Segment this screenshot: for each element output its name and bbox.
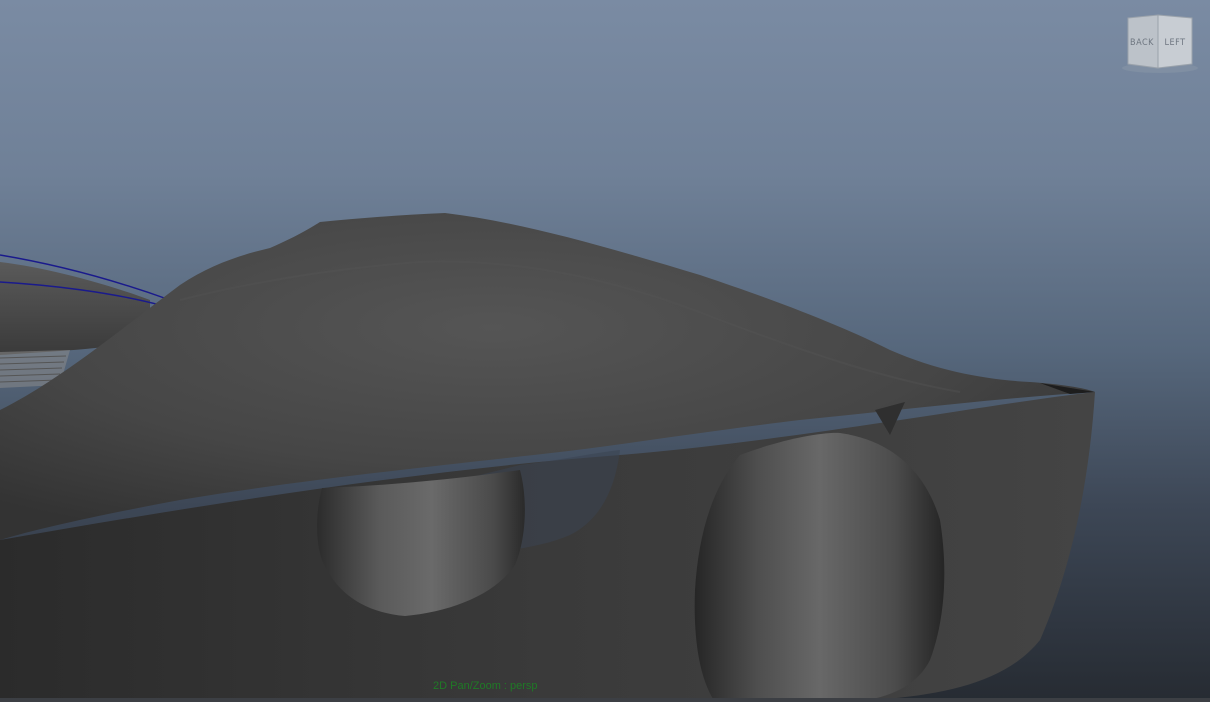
car-model-scene[interactable] [0,0,1210,702]
viewport-bottom-border [0,698,1210,702]
hud-pan-zoom-label: 2D Pan/Zoom : persp [433,680,538,692]
viewcube-widget[interactable]: BACK LEFT [1120,12,1202,76]
viewcube-back-label: BACK [1130,38,1154,48]
persp-viewport[interactable]: BACK LEFT 2D Pan/Zoom : persp [0,0,1210,702]
rear-wheel[interactable] [694,432,945,702]
viewcube-left-label: LEFT [1164,38,1185,48]
